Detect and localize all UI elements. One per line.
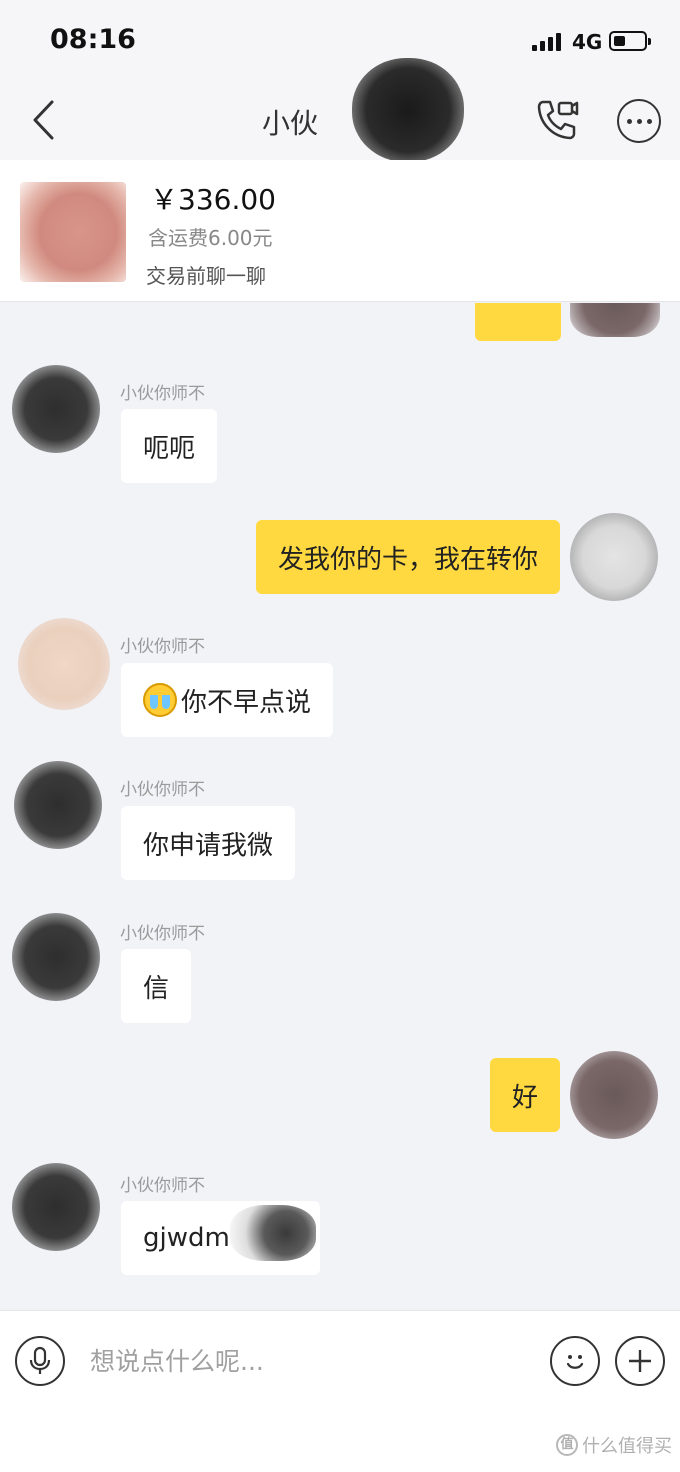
- contact-avatar[interactable]: [12, 913, 100, 1001]
- chat-message-list[interactable]: 小伙你师不 呃呃 发我你的卡，我在转你 小伙你师不 你不早点说 小伙你师不 你申…: [0, 303, 680, 1310]
- crying-emoji-icon: [143, 683, 177, 717]
- message-bubble-incoming[interactable]: 呃呃: [121, 409, 218, 483]
- signal-icon: [532, 33, 564, 51]
- redacted-text-scribble: [230, 1205, 316, 1261]
- contact-avatar[interactable]: [12, 365, 100, 453]
- more-actions-button[interactable]: [615, 1336, 665, 1386]
- sender-name: 小伙你师不: [120, 1176, 205, 1196]
- chat-title: 小伙: [262, 107, 319, 140]
- message-input[interactable]: [90, 1339, 530, 1383]
- sender-name: 小伙你师不: [120, 924, 205, 944]
- my-avatar[interactable]: [570, 303, 660, 337]
- status-time: 08:16: [50, 24, 136, 55]
- contact-avatar[interactable]: [12, 1163, 100, 1251]
- my-avatar[interactable]: [570, 513, 658, 601]
- message-bubble-incoming[interactable]: 你不早点说: [121, 663, 334, 737]
- message-input-bar: [0, 1310, 680, 1410]
- message-bubble-outgoing[interactable]: 发我你的卡，我在转你: [255, 520, 560, 594]
- watermark-logo-icon: 值: [556, 1434, 578, 1456]
- product-card[interactable]: ￥336.00 含运费6.00元 交易前聊一聊: [0, 160, 680, 302]
- message-bubble-incoming[interactable]: 信: [121, 949, 192, 1023]
- contact-avatar[interactable]: [14, 761, 102, 849]
- message-bubble-outgoing[interactable]: 好: [489, 1058, 560, 1132]
- product-price: ￥336.00: [150, 183, 276, 216]
- sender-name: 小伙你师不: [120, 384, 205, 404]
- my-avatar[interactable]: [570, 1051, 658, 1139]
- message-text: 你不早点说: [181, 687, 312, 718]
- product-thumbnail: [20, 182, 126, 282]
- nav-bar: 小伙: [0, 80, 680, 160]
- emoji-button[interactable]: [550, 1336, 600, 1386]
- network-label: 4G: [572, 30, 603, 54]
- message-bubble-outgoing[interactable]: [475, 303, 561, 341]
- battery-icon: [609, 31, 651, 51]
- plus-icon: [629, 1350, 651, 1372]
- microphone-icon: [29, 1346, 51, 1374]
- message-bubble-incoming[interactable]: 你申请我微: [121, 806, 296, 880]
- sender-name: 小伙你师不: [120, 637, 205, 657]
- watermark: 值 什么值得买: [556, 1432, 672, 1458]
- status-bar: 08:16 4G: [0, 0, 680, 80]
- smiley-icon: [566, 1355, 584, 1369]
- pre-trade-chat-label: 交易前聊一聊: [146, 264, 266, 288]
- video-call-button[interactable]: [532, 96, 582, 144]
- back-button[interactable]: [22, 96, 66, 144]
- watermark-text: 什么值得买: [582, 1436, 672, 1457]
- sender-name: 小伙你师不: [120, 780, 205, 800]
- more-options-button[interactable]: [617, 99, 661, 143]
- contact-avatar[interactable]: [18, 618, 110, 710]
- redacted-title-scribble: [352, 58, 464, 162]
- chevron-left-icon: [33, 100, 54, 140]
- phone-video-icon: [537, 100, 579, 140]
- voice-input-button[interactable]: [15, 1336, 65, 1386]
- shipping-fee: 含运费6.00元: [148, 226, 273, 250]
- message-text: gjwdm: [143, 1223, 230, 1253]
